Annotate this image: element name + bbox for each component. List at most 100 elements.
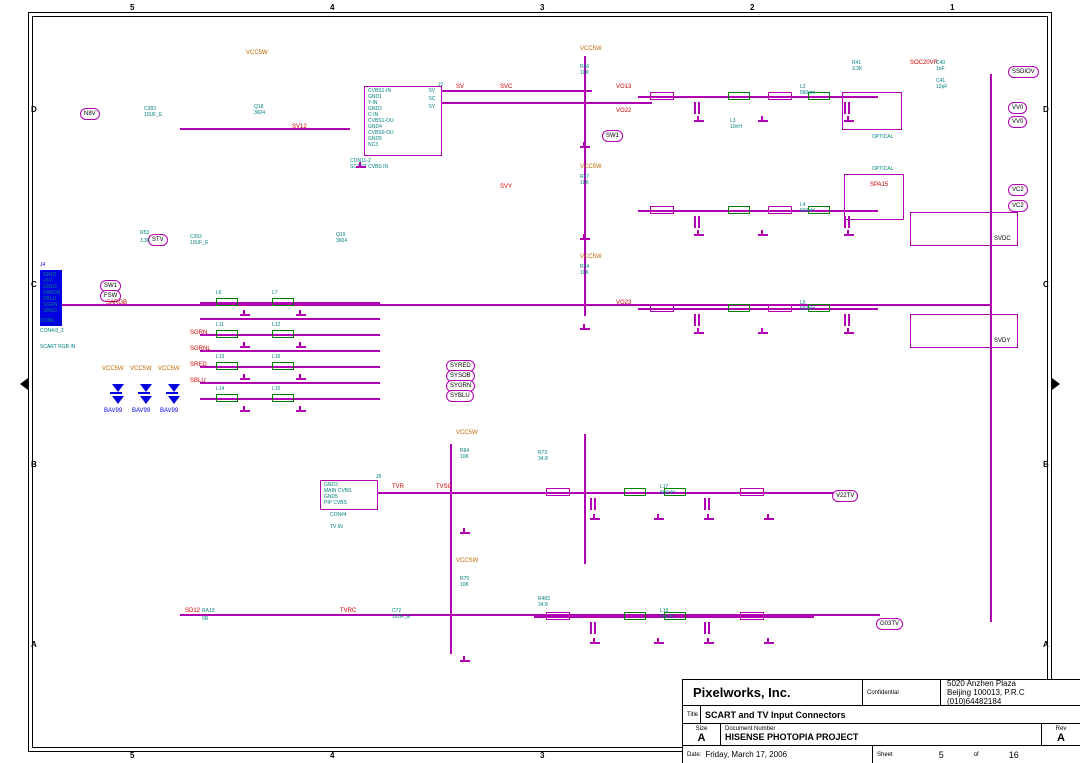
r54v: 10K (580, 270, 589, 276)
optical-2: OPTICAL (872, 166, 893, 172)
port-v22tv: V22TV (832, 490, 858, 502)
net-sv: SV (456, 84, 464, 90)
vccsw-c: VCC5W (158, 366, 180, 372)
zone-row-r-b: B (1043, 460, 1049, 469)
vcc-4: VCC5W (580, 254, 602, 260)
diode-icon (112, 384, 124, 392)
net-soc20vr: SOC20VR (910, 60, 938, 66)
stage-3 (638, 300, 878, 348)
l12: L12 (272, 322, 280, 328)
j1-pinr-2: 5C (429, 96, 435, 102)
net-sv12: SV12 (292, 124, 307, 130)
net-vo22: VO23 (616, 300, 631, 306)
vccsw-a: VCC5W (102, 366, 124, 372)
title-block: Pixelworks, Inc. Confidential 5020 Anzhe… (682, 679, 1080, 763)
docnum: HISENSE PHOTOPIA PROJECT (725, 732, 859, 742)
l11: L11 (216, 322, 224, 328)
r53v: 3.3K (140, 238, 150, 244)
wire-v-right (990, 74, 992, 622)
r73v: 34.8 (538, 456, 548, 462)
port-stv: STV (148, 234, 168, 246)
zone-row-r-c: C (1043, 280, 1049, 289)
net-tvb: TVRC (340, 608, 356, 614)
l15: L15 (272, 386, 280, 392)
vcc-5: VCC5W (456, 430, 478, 436)
net-sargb: SARGB (106, 300, 127, 306)
port-vv0: VV0 (1008, 102, 1027, 114)
confidential-label: Confidential (867, 690, 899, 696)
zone-col-top-4: 4 (330, 3, 334, 12)
j6-note: TV IN (330, 524, 343, 530)
l6: L6 (216, 290, 222, 296)
wire-v3 (450, 444, 452, 654)
wire-v-vcc (584, 56, 586, 316)
zone-row-r-d: D (1043, 105, 1049, 114)
net-sred: SRED (190, 362, 207, 368)
net-tvr: TVR (392, 484, 404, 490)
of-label: of (974, 752, 979, 758)
l4v: 560nH (800, 208, 815, 214)
vcc-6: VCCSW (456, 558, 478, 564)
company-name: Pixelworks, Inc. (687, 683, 797, 702)
left-arrow-icon (20, 378, 28, 390)
phone: (010)64482184 (947, 697, 1074, 706)
wire (442, 90, 592, 92)
l19v: 560nH (660, 614, 675, 620)
zone-col-top-3: 3 (540, 3, 544, 12)
zone-col-top-5: 5 (130, 3, 134, 12)
zone-row-l-a: A (31, 640, 37, 649)
gnd-icon (580, 234, 590, 242)
port-sw1b: SW1 (602, 130, 623, 142)
net-sblu: SBLU (190, 378, 206, 384)
stage-1 (638, 88, 878, 136)
q18v: 3604 (254, 110, 265, 116)
j4-label: CON4:8_2 (40, 328, 64, 334)
l5v: 560nH (800, 306, 815, 312)
ra13v: 0R (202, 616, 208, 622)
gnd-icon (460, 528, 470, 536)
c41v: 12pF (936, 84, 947, 90)
wire (442, 102, 652, 104)
net-spa15: SPA15 (870, 182, 888, 188)
diode-icon (168, 384, 180, 392)
gnd-icon (356, 162, 366, 170)
zone-col-top-1: 1 (950, 3, 954, 12)
diode-bar (166, 392, 178, 394)
j6-p4: PIP CVBS (324, 500, 347, 506)
q19v: 3604 (336, 238, 347, 244)
port-ssdiov: SSDIOV (1008, 66, 1039, 78)
diode-bar (138, 392, 150, 394)
net-sgrnl: SGRNL (190, 346, 211, 352)
vcc-3: VCC5W (580, 164, 602, 170)
zone-row-l-c: C (31, 280, 37, 289)
port-vc2: VC2 (1008, 184, 1028, 196)
j1-pinr-3: 5Y (429, 104, 435, 110)
sheets: 16 (1009, 750, 1019, 760)
diode-icon (140, 396, 152, 404)
date: Friday, March 17, 2006 (705, 750, 787, 759)
diode-icon (168, 396, 180, 404)
port-vc2b: VC2 (1008, 200, 1028, 212)
j1-pin-10: NC3 (368, 142, 378, 148)
r41v: 3.3K (852, 66, 862, 72)
zone-row-l-d: D (31, 105, 37, 114)
vccsw-b: VCC5W (130, 366, 152, 372)
j4-label2: CON6 (40, 318, 54, 324)
gnd-icon (460, 656, 470, 664)
r53: R53 (140, 230, 149, 236)
bav99-2: BAV99 (132, 408, 150, 414)
net-sgrn: SGRN (190, 330, 207, 336)
j4-note: SCART RGB IN (40, 344, 75, 350)
svdc-label: SVDC (994, 236, 1011, 242)
vcc-1: VCC5W (246, 50, 268, 56)
j6-label: CON#4 (330, 512, 347, 518)
r46v: 10K (580, 70, 589, 76)
net-tvsc: TVSC (436, 484, 452, 490)
diode-icon (140, 384, 152, 392)
j6-ref: J6 (376, 474, 381, 480)
zone-col-top-2: 2 (750, 3, 754, 12)
r64v: 10K (460, 454, 469, 460)
title-label: Title (687, 712, 698, 718)
c40v: 1nF (936, 66, 945, 72)
r78v: 10K (460, 582, 469, 588)
